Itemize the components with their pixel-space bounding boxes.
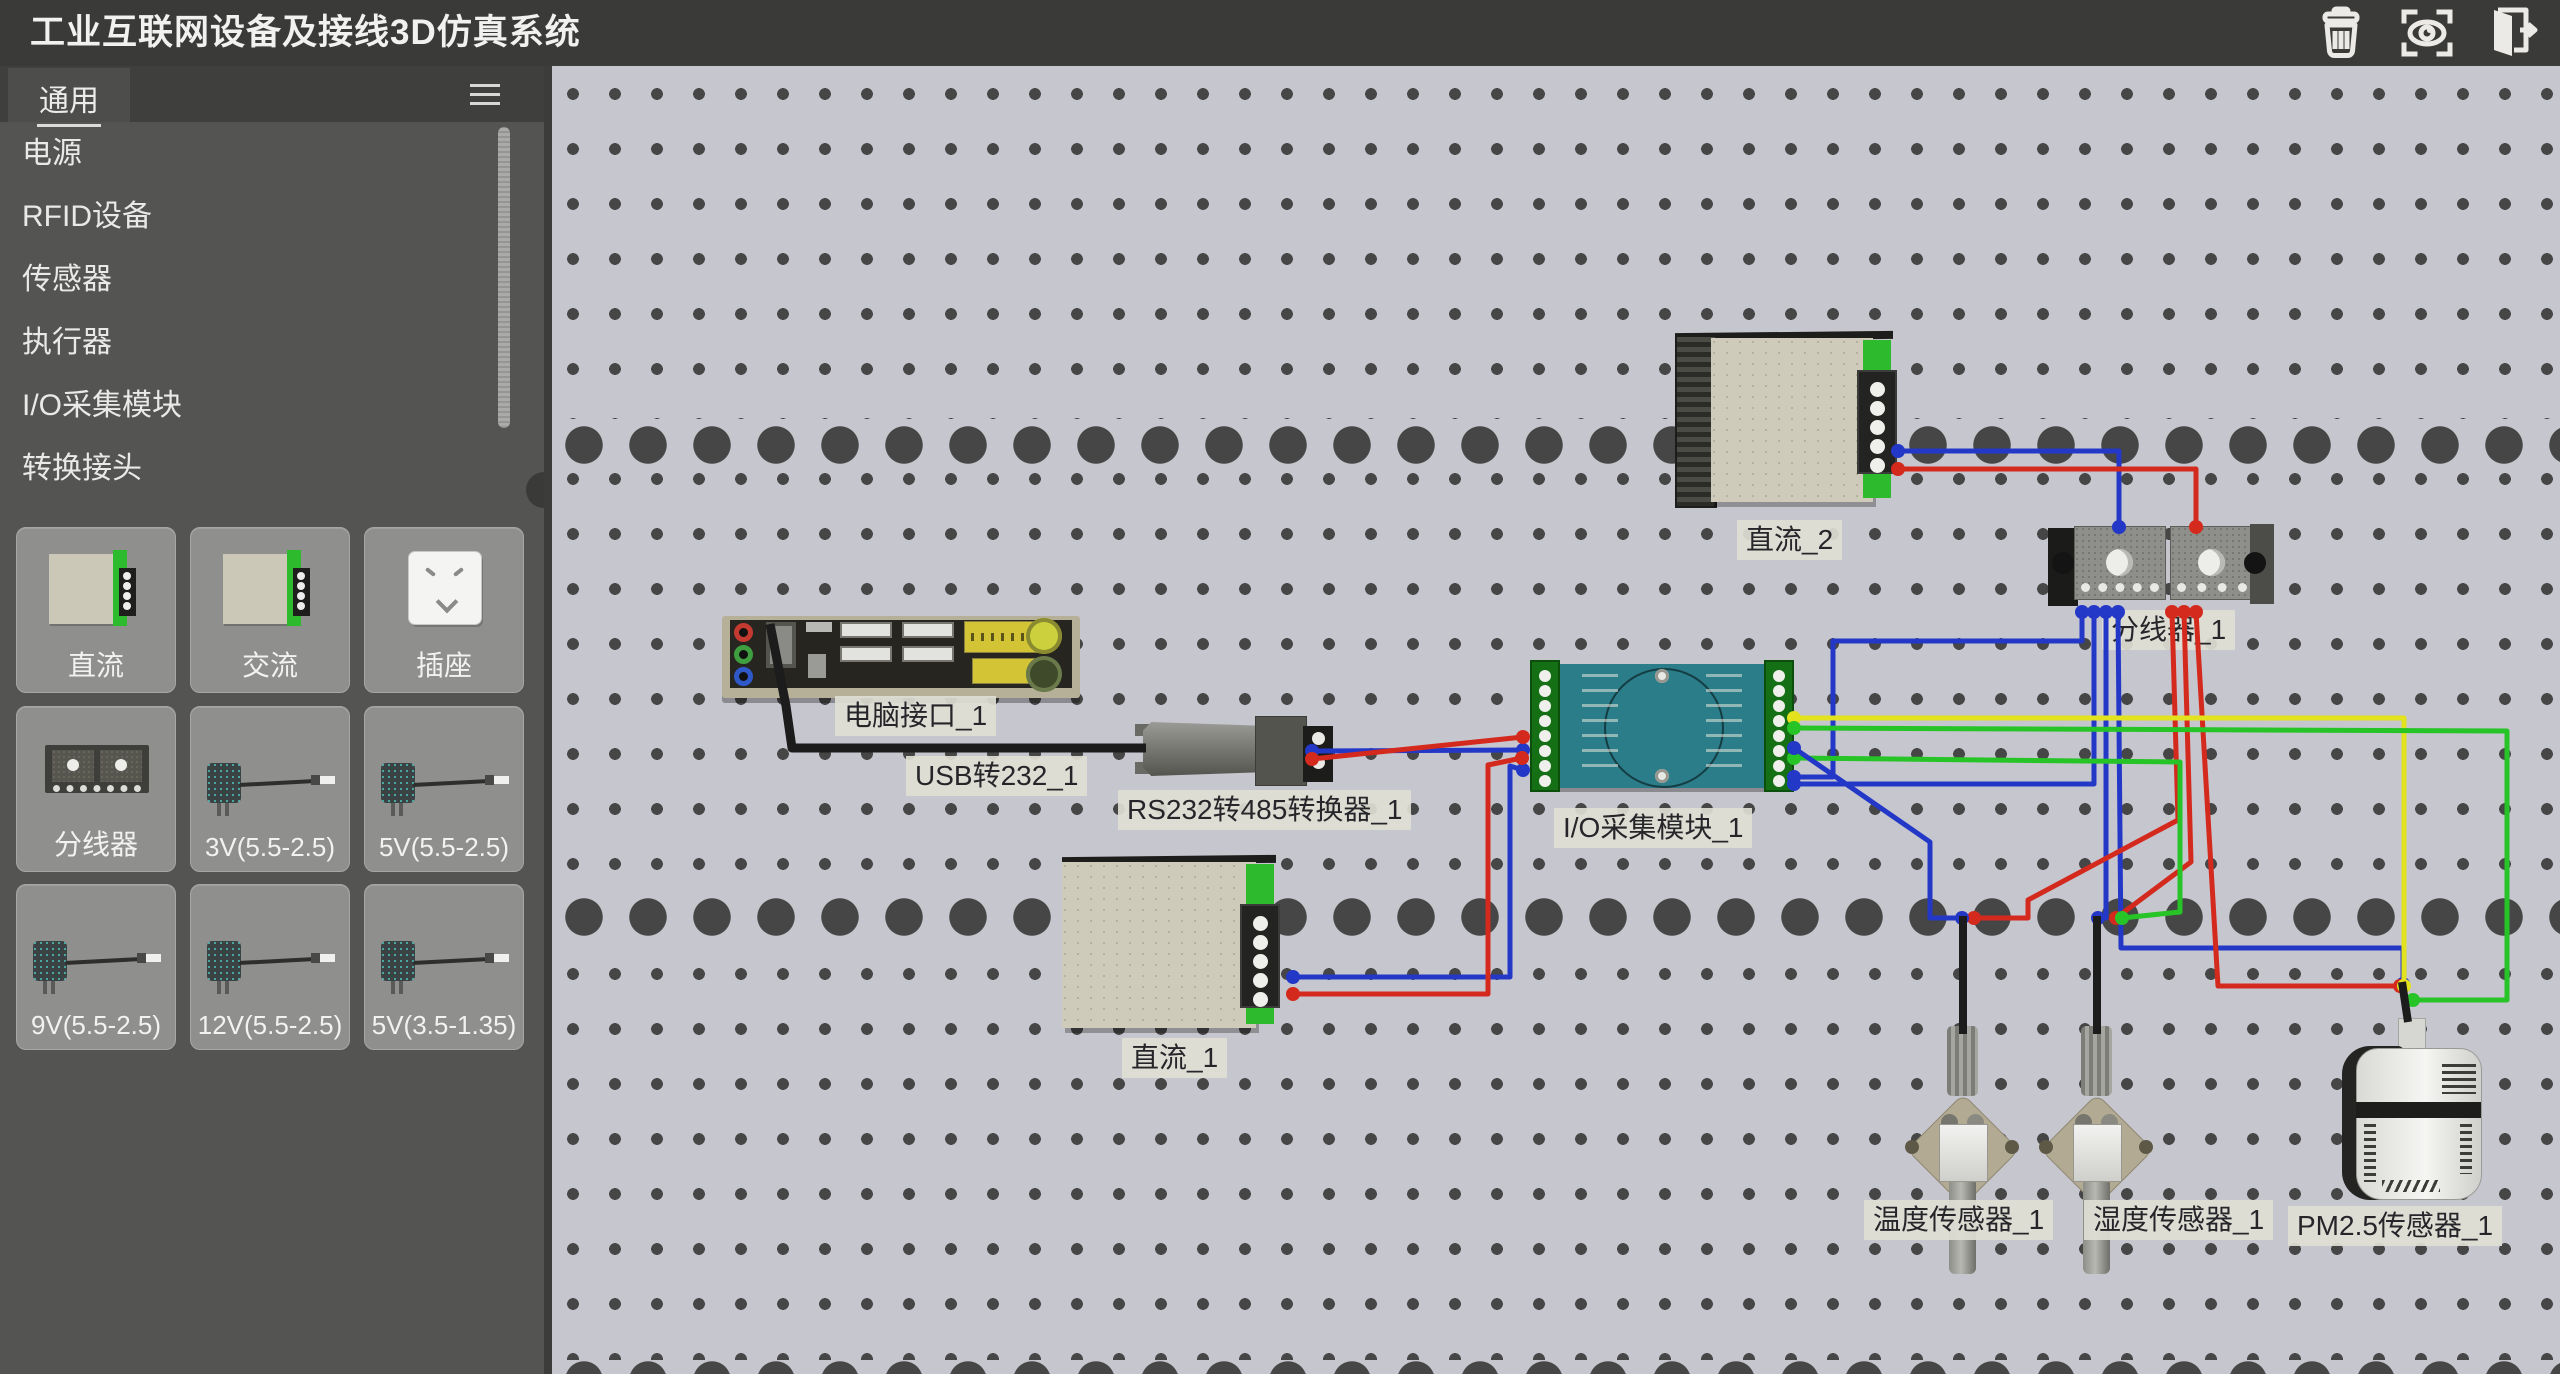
dc-board-icon xyxy=(47,550,143,628)
label-io-module: I/O采集模块_1 xyxy=(1554,808,1752,848)
label-pm25-sensor: PM2.5传感器_1 xyxy=(2288,1206,2502,1246)
device-dc-1[interactable] xyxy=(1062,856,1286,1034)
power-adapter-icon xyxy=(381,759,511,821)
sidebar-menu: 电源 RFID设备 传感器 执行器 I/O采集模块 转换接头 xyxy=(0,122,544,500)
tile-splitter[interactable]: 分线器 xyxy=(16,706,176,872)
delete-button[interactable] xyxy=(2308,5,2374,61)
ac-board-icon xyxy=(221,550,317,628)
label-rs232-485: RS232转485转换器_1 xyxy=(1118,790,1411,830)
exit-button[interactable] xyxy=(2480,5,2546,61)
app-window: 工业互联网设备及接线3D仿真系统 xyxy=(0,0,2560,1374)
power-adapter-icon xyxy=(33,937,163,999)
device-dc-2[interactable] xyxy=(1675,332,1903,508)
sidebar-item-adapter[interactable]: 转换接头 xyxy=(0,437,544,500)
audio-jack-blue xyxy=(734,667,753,686)
label-dc-2: 直流_2 xyxy=(1737,520,1842,560)
pegboard-hole-band xyxy=(552,419,2560,471)
pegboard-hole-band xyxy=(552,1360,2560,1374)
device-splitter[interactable] xyxy=(2048,522,2274,608)
app-title: 工业互联网设备及接线3D仿真系统 xyxy=(30,0,581,66)
label-splitter: 分线器_1 xyxy=(2102,610,2235,650)
audio-jack-green xyxy=(734,645,753,664)
device-io-module[interactable] xyxy=(1530,660,1794,792)
trash-icon xyxy=(2313,5,2369,61)
sidebar-tab-strip: 通用 xyxy=(0,66,544,122)
sidebar-item-sensor[interactable]: 传感器 xyxy=(0,248,544,311)
sidebar-item-rfid[interactable]: RFID设备 xyxy=(0,185,544,248)
power-adapter-icon xyxy=(207,937,337,999)
splitter-icon xyxy=(45,745,149,793)
sidebar-item-actuator[interactable]: 执行器 xyxy=(0,311,544,374)
tile-5v-135-adapter[interactable]: 5V(3.5-1.35) xyxy=(364,884,524,1050)
label-temp-sensor: 温度传感器_1 xyxy=(1864,1200,2053,1240)
tile-5v-adapter[interactable]: 5V(5.5-2.5) xyxy=(364,706,524,872)
tile-ac[interactable]: 交流 xyxy=(190,527,350,693)
label-humidity-sensor: 湿度传感器_1 xyxy=(2084,1200,2273,1240)
power-adapter-icon xyxy=(381,937,511,999)
toolbar xyxy=(2308,5,2546,61)
round-connector xyxy=(1026,656,1062,692)
top-bar: 工业互联网设备及接线3D仿真系统 xyxy=(0,0,2560,66)
exit-icon xyxy=(2484,5,2542,61)
label-dc-1: 直流_1 xyxy=(1122,1038,1227,1078)
usb-port xyxy=(902,622,954,638)
tile-9v-adapter[interactable]: 9V(5.5-2.5) xyxy=(16,884,176,1050)
round-connector xyxy=(1026,618,1062,654)
sidebar-item-io-module[interactable]: I/O采集模块 xyxy=(0,374,544,437)
tile-12v-adapter[interactable]: 12V(5.5-2.5) xyxy=(190,884,350,1050)
device-rs232-485-converter[interactable] xyxy=(1143,712,1339,790)
usb-port xyxy=(840,646,892,662)
sidebar-scrollbar[interactable] xyxy=(498,127,510,428)
label-usb-232: USB转232_1 xyxy=(906,756,1087,796)
menu-icon[interactable] xyxy=(470,84,500,106)
sidebar: 通用 电源 RFID设备 传感器 执行器 I/O采集模块 转换接头 直流 交流 xyxy=(0,66,552,1374)
usb-port xyxy=(840,622,892,638)
tile-dc[interactable]: 直流 xyxy=(16,527,176,693)
tab-general[interactable]: 通用 xyxy=(8,68,130,122)
power-adapter-icon xyxy=(207,759,337,821)
usb-port xyxy=(902,646,954,662)
label-pc-interface: 电脑接口_1 xyxy=(835,696,996,736)
sidebar-item-power[interactable]: 电源 xyxy=(0,122,544,185)
tile-3v-adapter[interactable]: 3V(5.5-2.5) xyxy=(190,706,350,872)
audio-jack-red xyxy=(734,623,753,642)
eye-preview-icon xyxy=(2398,5,2456,61)
device-pc-interface[interactable] xyxy=(722,616,1080,698)
socket-icon xyxy=(409,552,481,624)
tile-socket[interactable]: 插座 xyxy=(364,527,524,693)
pegboard-hole-band xyxy=(552,891,2560,943)
preview-button[interactable] xyxy=(2394,5,2460,61)
